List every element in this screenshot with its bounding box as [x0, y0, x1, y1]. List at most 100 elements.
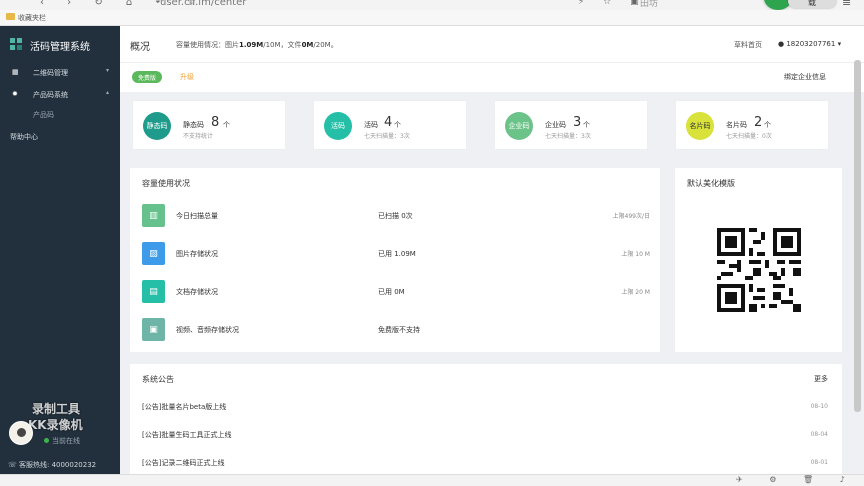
notice-item[interactable]: [公告]批量名片beta版上线: [142, 402, 226, 412]
chevron-down-icon: ▾: [106, 67, 110, 74]
document-icon: ▤: [142, 280, 165, 303]
default-template-panel: 默认美化模版: [675, 168, 842, 352]
sidebar-subitem-product[interactable]: 产品码: [33, 110, 54, 120]
usage-value: 已扫描 0次: [378, 212, 413, 220]
panel-title: 系统公告: [142, 375, 174, 384]
stat-card-dynamic[interactable]: 活码 活码 4 个 七天扫描量：3次: [313, 100, 467, 150]
capacity-usage-panel: 容量使用状况 ▥ 今日扫描总量 已扫描 0次 上限499次/日 ▨ 图片存储状况…: [130, 168, 660, 352]
status-dot-icon: [44, 438, 49, 443]
account-menu[interactable]: ● 18203207761 ▾: [778, 40, 841, 48]
browser-toolbar: ‹ › ↻ ⌂ ↶ ☆ user.cli.im/center ⚡ ☆ ▣ 田坊 …: [0, 0, 864, 10]
stat-count: 8: [211, 115, 220, 130]
enterprise-code-icon: 企业码: [505, 112, 533, 140]
bar-chart-icon: ▥: [142, 204, 165, 227]
file-used: 0M: [301, 41, 314, 49]
system-notice-panel: 系统公告 更多 [公告]批量名片beta版上线 08-10 [公告]批量生码工具…: [130, 364, 842, 474]
top-header: 概况 容量使用情况：图片1.09M/10M，文件0M/20M。 草料首页 ● 1…: [120, 26, 864, 62]
browser-menu-icon[interactable]: ≡: [842, 0, 851, 9]
usage-limit: 上限499次/日: [612, 213, 650, 220]
static-code-icon: 静态码: [143, 112, 171, 140]
folder-icon: [6, 13, 15, 20]
plan-bar: 免费版 升级 绑定企业信息: [120, 62, 864, 92]
avatar[interactable]: [9, 421, 33, 445]
panel-title: 容量使用状况: [142, 179, 190, 188]
bind-enterprise-link[interactable]: 绑定企业信息: [784, 72, 826, 82]
notice-date: 08-10: [810, 403, 828, 410]
status-bar-icons[interactable]: ✈ ⚙ 🗑 ♪ ▢ ⌕: [736, 475, 864, 486]
usage-row-document: ▤ 文档存储状况 已用 0M 上限 20 M: [130, 278, 660, 304]
qr-code-image[interactable]: [717, 228, 801, 312]
account-phone: 18203207761: [786, 40, 836, 48]
usage-row-scan: ▥ 今日扫描总量 已扫描 0次 上限499次/日: [130, 202, 660, 228]
usage-limit: 上限 10 M: [621, 251, 650, 258]
sidebar-item-help[interactable]: 帮助中心: [10, 132, 38, 142]
more-link[interactable]: 更多: [814, 374, 828, 384]
stat-count: 3: [573, 115, 582, 130]
page-scrollbar[interactable]: [854, 60, 861, 412]
file-total: /20M。: [313, 41, 338, 49]
usage-value: 已用 0M: [378, 288, 405, 296]
stat-sub: 不支持统计: [183, 133, 214, 140]
service-hotline: ☏ 客服热线: 4000020232: [8, 461, 97, 469]
bookmark-bar: 收藏夹栏: [0, 10, 864, 26]
sidebar: 活码管理系统 ▦ 二维码管理 ▾ ✹ 产品码系统 ▴ 产品码 帮助中心 录制工具…: [0, 26, 120, 474]
online-status: 当前在线: [44, 436, 80, 446]
stat-unit: 个: [223, 121, 230, 129]
image-total: /10M，文件: [263, 41, 302, 49]
browser-status-bar: ✈ ⚙ 🗑 ♪ ▢ ⌕: [0, 474, 864, 486]
usage-limit: 上限 20 M: [621, 289, 650, 296]
notice-date: 08-04: [810, 431, 828, 438]
plan-badge: 免费版: [132, 71, 163, 83]
stat-card-static[interactable]: 静态码 静态码 8 个 不支持统计: [132, 100, 286, 150]
usage-prefix: 容量使用情况：图片: [176, 41, 239, 49]
stat-sub: 七天扫描量：3次: [364, 133, 410, 140]
homepage-link[interactable]: 草料首页: [734, 40, 762, 50]
stat-count: 2: [754, 115, 763, 130]
stat-unit: 个: [583, 121, 590, 129]
stat-card-business-card[interactable]: 名片码 名片码 2 个 七天扫描量：0次: [675, 100, 829, 150]
dynamic-code-icon: 活码: [324, 112, 352, 140]
usage-value: 已用 1.09M: [378, 250, 416, 258]
browser-profile[interactable]: 田坊: [640, 0, 658, 9]
usage-row-media: ▣ 视频、音频存储状况 免费版不支持: [130, 316, 660, 342]
usage-row-image: ▨ 图片存储状况 已用 1.09M 上限 10 M: [130, 240, 660, 266]
stat-name: 企业码: [545, 121, 566, 129]
bookmark-folder-label[interactable]: 收藏夹栏: [18, 13, 46, 23]
stat-name: 名片码: [726, 121, 747, 129]
main-content: 概况 容量使用情况：图片1.09M/10M，文件0M/20M。 草料首页 ● 1…: [120, 26, 864, 474]
stat-unit: 个: [394, 121, 401, 129]
sun-icon: ✹: [12, 90, 18, 98]
notice-item[interactable]: [公告]记录二维码正式上线: [142, 458, 224, 468]
stat-name: 静态码: [183, 121, 204, 129]
usage-label: 文档存储状况: [176, 288, 218, 296]
sidebar-item-product-code[interactable]: ✹ 产品码系统 ▴: [0, 86, 120, 104]
sidebar-item-qr-management[interactable]: ▦ 二维码管理 ▾: [0, 64, 120, 82]
grid-icon: ▦: [12, 68, 19, 76]
usage-summary: 容量使用情况：图片1.09M/10M，文件0M/20M。: [176, 40, 338, 50]
recorder-pill[interactable]: 载: [788, 0, 836, 8]
address-bar[interactable]: user.cli.im/center: [160, 0, 246, 8]
recorder-watermark: KK录像机: [28, 418, 83, 432]
stat-sub: 七天扫描量：3次: [545, 133, 591, 140]
stat-count: 4: [384, 115, 393, 130]
image-icon: ▨: [142, 242, 165, 265]
online-status-label: 当前在线: [52, 437, 80, 445]
usage-label: 图片存储状况: [176, 250, 218, 258]
notice-item[interactable]: [公告]批量生码工具正式上线: [142, 430, 231, 440]
stat-card-enterprise[interactable]: 企业码 企业码 3 个 七天扫描量：3次: [494, 100, 648, 150]
video-icon: ▣: [142, 318, 165, 341]
panel-title: 默认美化模版: [687, 179, 735, 188]
image-used: 1.09M: [239, 41, 264, 49]
usage-value: 免费版不支持: [378, 326, 420, 334]
user-icon: ●: [778, 40, 785, 48]
stat-sub: 七天扫描量：0次: [726, 133, 772, 140]
sidebar-item-label: 二维码管理: [33, 69, 68, 77]
sidebar-item-label: 产品码系统: [33, 91, 68, 99]
upgrade-link[interactable]: 升级: [180, 72, 194, 82]
app-logo-icon: [10, 38, 23, 51]
app-title: 活码管理系统: [30, 42, 90, 53]
browser-action-icons[interactable]: ⚡ ☆ ▣: [578, 0, 647, 7]
hotline-text: 客服热线: 4000020232: [18, 461, 97, 469]
chevron-up-icon: ▴: [106, 89, 110, 96]
business-card-code-icon: 名片码: [686, 112, 714, 140]
